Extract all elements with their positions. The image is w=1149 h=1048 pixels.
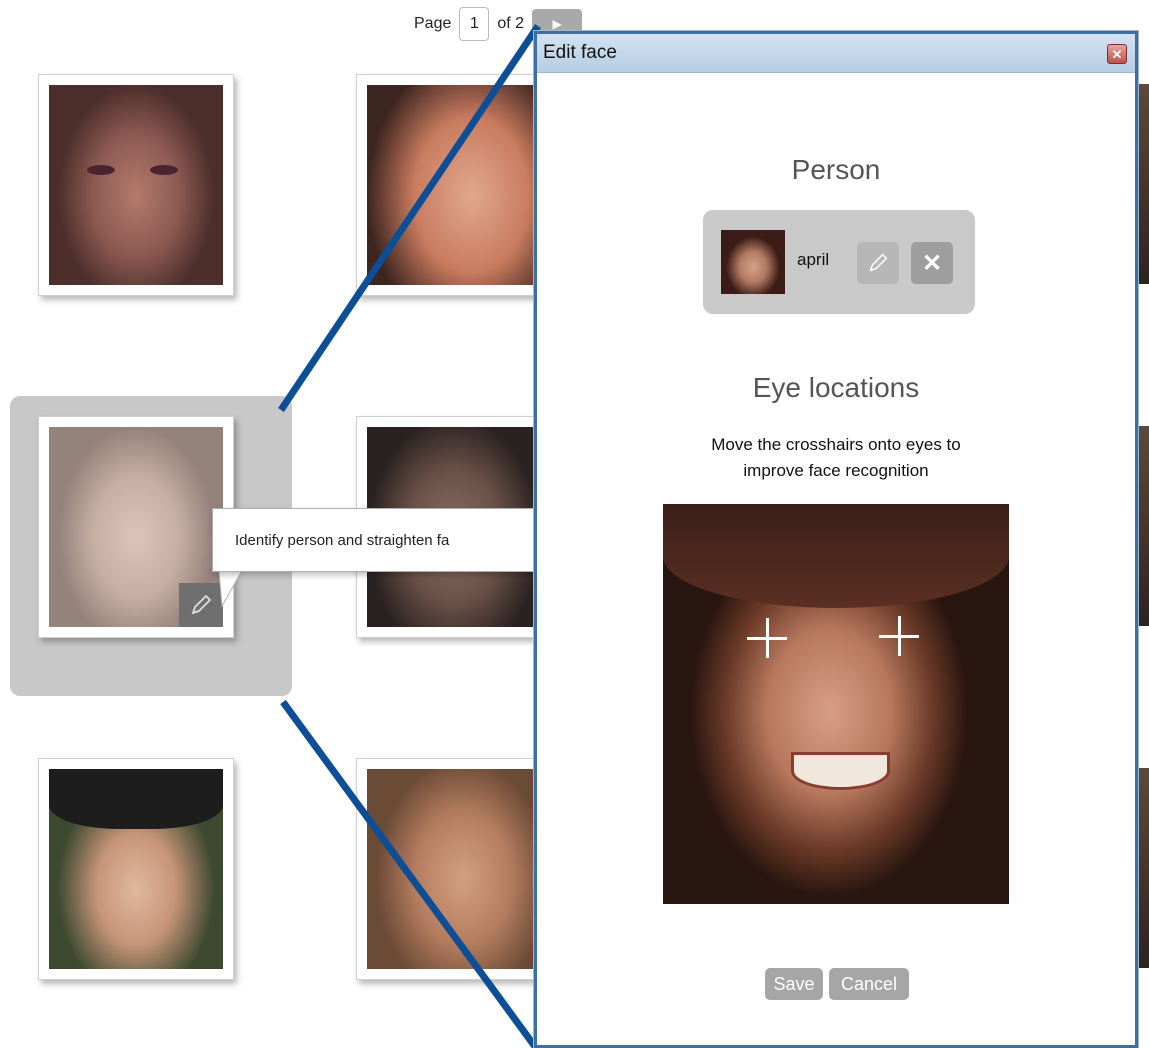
close-icon: ✕ (921, 249, 943, 277)
face-thumbnail-selected[interactable] (38, 416, 234, 638)
right-eye-crosshair[interactable] (879, 616, 919, 656)
face-thumbnail[interactable] (38, 758, 234, 980)
person-card: april ✕ (703, 210, 975, 314)
save-button[interactable]: Save (765, 968, 823, 1000)
tooltip: Identify person and straighten fa (212, 508, 542, 572)
person-section-title: Person (791, 154, 881, 185)
close-dialog-button[interactable]: ✕ (1107, 44, 1127, 64)
face-photo (49, 769, 223, 969)
person-avatar (721, 230, 785, 294)
instructions-line: improve face recognition (743, 461, 929, 480)
instructions-line: Move the crosshairs onto eyes to (711, 435, 961, 454)
page-label: Page (414, 15, 452, 32)
face-photo (367, 85, 541, 285)
face-thumbnail[interactable] (356, 758, 552, 980)
face-photo (49, 85, 223, 285)
face-photo (49, 427, 223, 627)
edit-person-button[interactable] (857, 242, 899, 284)
cancel-button[interactable]: Cancel (829, 968, 909, 1000)
face-thumbnail[interactable] (356, 74, 552, 296)
dialog-title: Edit face (543, 42, 617, 63)
close-icon: ✕ (1111, 46, 1123, 62)
dialog-titlebar[interactable]: Edit face ✕ (537, 34, 1135, 73)
play-icon: ▶ (552, 17, 562, 31)
tooltip-text: Identify person and straighten fa (235, 531, 450, 549)
edit-face-dialog: Edit face ✕ Person april ✕ Eye locations… (534, 31, 1138, 1048)
page-number-input[interactable]: 1 (459, 7, 490, 41)
face-eye-photo (663, 504, 1009, 904)
person-name: april (797, 250, 830, 269)
left-eye-crosshair[interactable] (747, 618, 787, 658)
eye-instructions: Move the crosshairs onto eyes to improve… (537, 432, 1135, 484)
face-thumbnail[interactable] (38, 74, 234, 296)
page-count: of 2 (497, 15, 525, 32)
pencil-icon (869, 253, 888, 272)
eye-section-title: Eye locations (752, 372, 920, 403)
face-photo (367, 769, 541, 969)
remove-person-button[interactable]: ✕ (911, 242, 953, 284)
